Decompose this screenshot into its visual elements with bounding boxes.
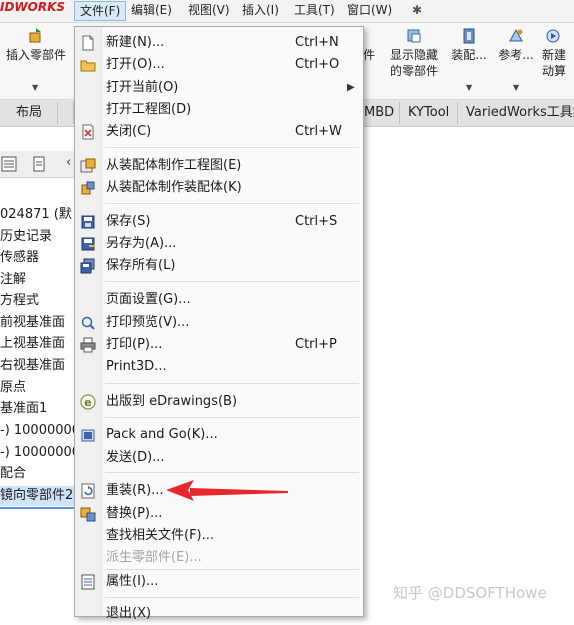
menu-item-print-preview[interactable]: 打印预览(V)... [75,312,363,334]
feature-tree-icon[interactable] [0,154,20,174]
tree-item-plane1[interactable]: 基准面1 [0,399,47,419]
red-arrow-annotation [166,480,288,501]
reload-icon [81,483,95,499]
menu-separator [105,203,359,204]
new-motion-study-button[interactable]: 新建 动算 [542,27,574,79]
tree-selection-underline [0,507,80,509]
save-all-icon [80,258,95,274]
tree-item-mates[interactable]: 配合 [0,464,26,484]
menu-separator [105,472,359,473]
assembly-icon [463,28,475,44]
ribbon-cut-label: 件 [362,48,375,62]
menu-tools[interactable]: 工具(T) [289,1,340,21]
menu-window[interactable]: 窗口(W) [342,1,397,21]
chevron-left-icon[interactable]: ‹ [66,155,71,170]
tab-kytool[interactable]: KYTool [400,102,458,124]
tree-item-right-plane[interactable]: 右视基准面 [0,356,65,376]
pack-and-go-icon [81,429,95,442]
open-folder-icon [80,60,96,72]
close-document-icon [82,124,94,140]
chevron-down-icon[interactable]: ▼ [32,83,38,92]
menu-item-print[interactable]: 打印(P)... Ctrl+P [75,334,363,356]
chevron-down-icon[interactable]: ▼ [466,83,472,92]
menu-separator [105,569,359,570]
printer-icon [80,337,96,353]
menu-item-make-assembly[interactable]: 从装配体制作装配体(K) [75,177,363,199]
reference-geometry-button[interactable]: 参考... [494,27,538,63]
assembly-button[interactable]: 装配... [448,27,490,63]
tree-item-component-2[interactable]: -) 10000000 [0,443,80,463]
tab-layout[interactable]: 布局 [8,102,58,124]
svg-text:e: e [84,396,91,409]
tab-mbd[interactable]: MBD [358,102,400,124]
menu-item-new[interactable]: 新建(N)... Ctrl+N [75,32,363,54]
print-preview-icon [81,316,95,330]
menu-item-save-all[interactable]: 保存所有(L) [75,255,363,277]
menu-item-save-as[interactable]: 另存为(A)... [75,233,363,255]
menu-item-make-drawing[interactable]: 从装配体制作工程图(E) [75,155,363,177]
menu-item-publish-edrawings[interactable]: e 出版到 eDrawings(B) [75,391,363,413]
menu-separator [105,147,359,148]
insert-component-icon [29,28,41,43]
menu-item-replace[interactable]: 替换(P)... [75,503,363,525]
submenu-arrow-icon: ▶ [347,82,355,93]
tree-item-history[interactable]: 历史记录 [0,227,52,247]
assembly-from-assembly-icon [81,181,95,195]
tree-item-mirror-component[interactable]: 镜向零部件2 [0,486,80,506]
file-menu-dropdown: 新建(N)... Ctrl+N 打开(O)... Ctrl+O 打开当前(O) … [74,26,364,621]
tab-variedworks[interactable]: VariedWorks工具集 [458,102,574,124]
menu-item-print3d[interactable]: Print3D... [75,356,363,378]
menu-item-pack-and-go[interactable]: Pack and Go(K)... [75,424,363,446]
solidworks-logo: IDWORKS [0,0,66,14]
pin-icon[interactable]: ✱ [412,3,422,17]
properties-icon [81,574,95,590]
menu-edit[interactable]: 编辑(E) [126,1,177,21]
tree-item-sensors[interactable]: 传感器 [0,248,39,268]
menu-separator [105,597,359,598]
menu-separator [105,383,359,384]
menu-item-find-references[interactable]: 查找相关文件(F)... [75,525,363,547]
zhihu-watermark: 知乎 @DDSOFTHowe [393,584,547,602]
menu-item-save[interactable]: 保存(S) Ctrl+S [75,211,363,233]
menu-item-properties[interactable]: 属性(I)... [75,571,363,593]
menu-item-exit[interactable]: 退出(X) [75,603,363,625]
property-manager-icon[interactable] [30,154,50,174]
save-as-icon [81,237,95,251]
menu-insert[interactable]: 插入(I) [237,1,284,21]
tree-item-front-plane[interactable]: 前视基准面 [0,313,65,333]
menu-item-close[interactable]: 关闭(C) Ctrl+W [75,121,363,143]
tree-item-annotations[interactable]: 注解 [0,270,26,290]
menu-file[interactable]: 文件(F) [74,1,127,21]
menu-separator [105,281,359,282]
tree-item-origin[interactable]: 原点 [0,378,26,398]
reference-geometry-icon [509,28,523,42]
show-hidden-icon [407,29,421,43]
menu-item-send[interactable]: 发送(D)... [75,447,363,469]
menu-bar: IDWORKS 文件(F) 编辑(E) 视图(V) 插入(I) 工具(T) 窗口… [0,0,574,23]
feature-tree-toolbar: ‹ [0,151,80,178]
save-icon [81,215,95,229]
tree-item-root[interactable]: 024871 (默 [0,205,72,225]
motion-study-icon [546,29,560,43]
replace-icon [80,507,96,522]
drawing-from-assembly-icon [80,158,96,173]
tree-item-equations[interactable]: 方程式 [0,291,39,311]
insert-component-button[interactable]: 插入零部件 [2,27,70,63]
tab-partial[interactable] [58,102,74,124]
menu-item-page-setup[interactable]: 页面设置(G)... [75,289,363,311]
new-document-icon [82,35,94,51]
menu-item-open-drawing[interactable]: 打开工程图(D) [75,99,363,121]
menu-item-derived-part: 派生零部件(E)... [106,550,202,565]
feature-manager-tree: ‹ 024871 (默 历史记录 传感器 注解 方程式 前视基准面 上视基准面 … [0,127,81,617]
edrawings-icon: e [80,394,96,410]
show-hidden-components-button[interactable]: 显示隐藏 的零部件 [384,27,444,79]
menu-separator [105,417,359,418]
menu-item-open[interactable]: 打开(O)... Ctrl+O [75,54,363,76]
tree-item-top-plane[interactable]: 上视基准面 [0,334,65,354]
menu-view[interactable]: 视图(V) [183,1,235,21]
tree-item-component-1[interactable]: -) 10000000 [0,421,80,441]
chevron-down-icon[interactable]: ▼ [513,83,519,92]
menu-item-open-current[interactable]: 打开当前(O) ▶ [75,77,363,99]
